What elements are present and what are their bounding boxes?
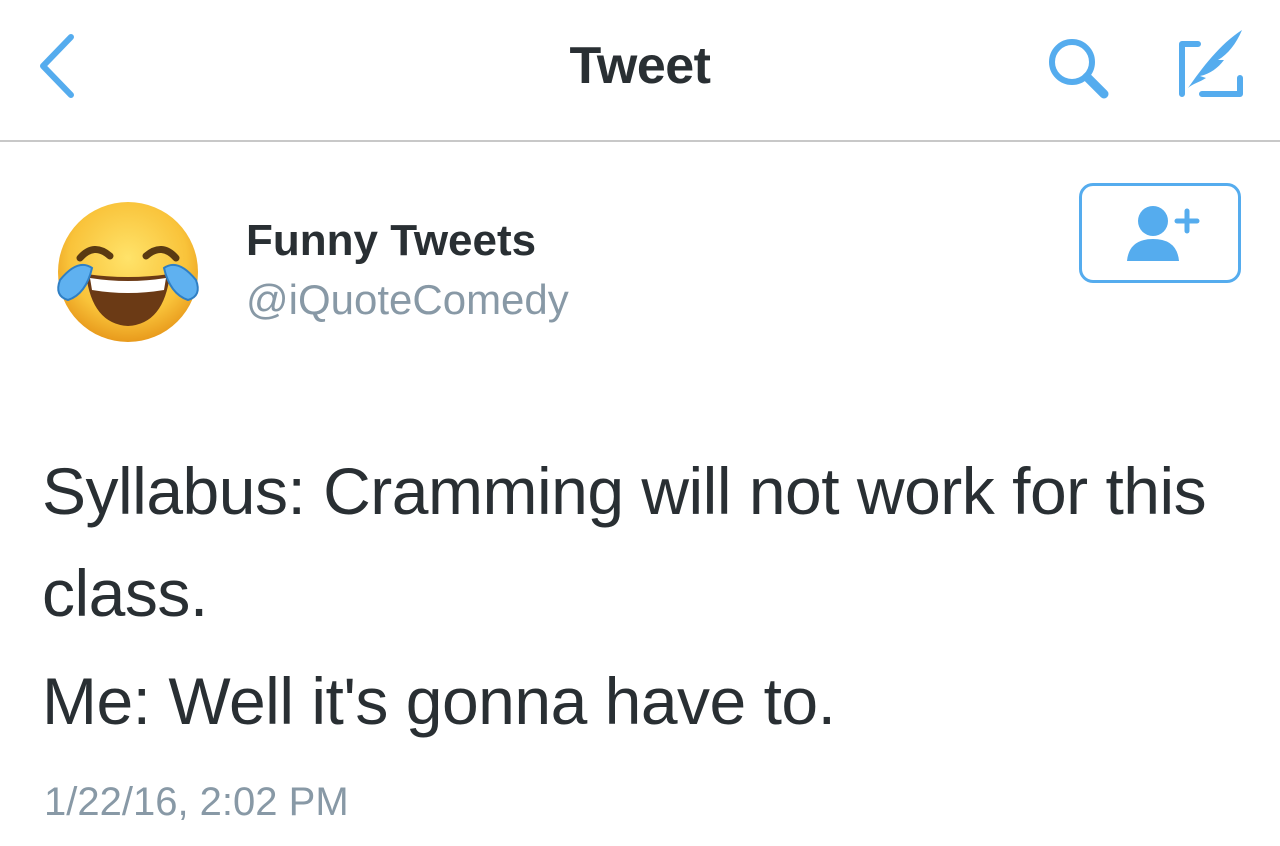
search-icon (1049, 39, 1109, 99)
author-display-name[interactable]: Funny Tweets (246, 216, 536, 266)
compose-tweet-icon (1179, 30, 1243, 97)
search-button[interactable] (1040, 30, 1120, 104)
tweet-text-line: Me: Well it's gonna have to. (42, 664, 836, 738)
face-with-tears-of-joy-emoji-icon (57, 202, 199, 342)
add-user-icon (1127, 206, 1200, 261)
navigation-bar: Tweet (0, 0, 1280, 142)
author-handle[interactable]: @iQuoteComedy (246, 276, 569, 324)
avatar[interactable] (52, 196, 204, 348)
follow-button[interactable] (1079, 183, 1241, 283)
tweet-text: Syllabus: Cramming will not work for thi… (42, 440, 1242, 752)
tweet-text-line: Syllabus: Cramming will not work for thi… (42, 454, 1207, 630)
tweet-timestamp: 1/22/16, 2:02 PM (44, 780, 349, 824)
compose-button[interactable] (1162, 22, 1250, 102)
